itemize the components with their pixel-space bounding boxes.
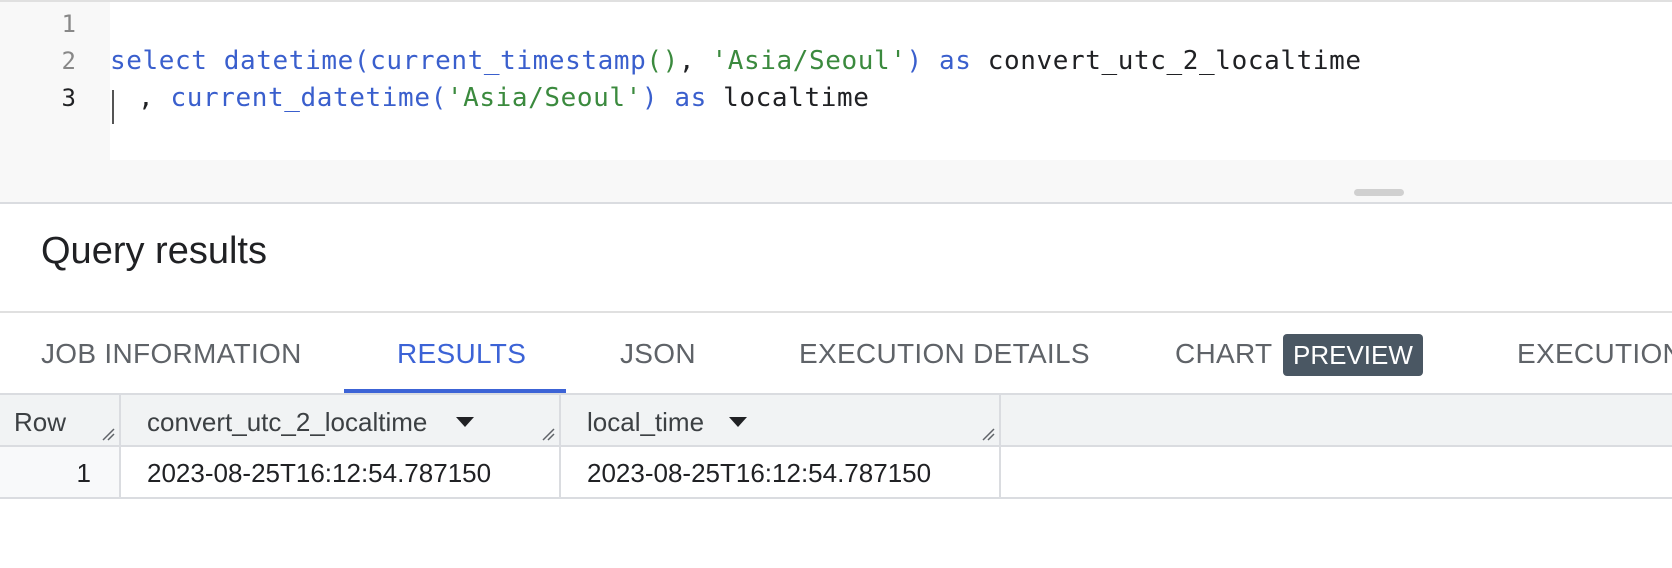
line-number: 2 xyxy=(61,47,76,75)
column-header-label: local_time xyxy=(587,407,705,437)
sort-dropdown-icon[interactable] xyxy=(456,417,474,427)
column-resize-icon[interactable] xyxy=(541,427,555,441)
paren-token: () xyxy=(646,46,679,76)
punct-token: , xyxy=(138,83,171,113)
column-resize-icon[interactable] xyxy=(101,427,115,441)
tab-execution-graph[interactable]: EXECUTION xyxy=(1517,313,1672,393)
column-resize-icon[interactable] xyxy=(981,427,995,441)
table-cell[interactable]: 2023-08-25T16:12:54.787150 xyxy=(561,447,1001,499)
punct-token: , xyxy=(678,46,712,76)
code-line-2[interactable]: select datetime(current_timestamp(), 'As… xyxy=(110,46,1362,76)
row-number-cell: 1 xyxy=(0,447,121,499)
string-token: 'Asia/Seoul' xyxy=(711,46,907,76)
line-number: 1 xyxy=(61,10,76,38)
tab-chart[interactable]: CHART xyxy=(1175,313,1272,393)
code-line-3[interactable]: , current_datetime('Asia/Seoul') as loca… xyxy=(138,83,869,113)
paren-token: ) xyxy=(906,46,923,76)
tab-job-information[interactable]: JOB INFORMATION xyxy=(41,313,302,393)
function-token: current_timestamp xyxy=(370,46,647,76)
column-header-empty xyxy=(1001,393,1672,447)
table-cell[interactable]: 2023-08-25T16:12:54.787150 xyxy=(121,447,561,499)
paren-token: ( xyxy=(430,83,447,113)
identifier-token: convert_utc_2_localtime xyxy=(987,46,1362,76)
sql-editor[interactable]: 1 2 3 select datetime(current_timestamp(… xyxy=(0,0,1672,204)
column-header-local-time[interactable]: local_time xyxy=(561,393,1001,447)
line-number: 3 xyxy=(61,84,76,112)
preview-badge: PREVIEW xyxy=(1283,334,1423,376)
function-token: current_datetime xyxy=(170,83,431,113)
paren-token: ( xyxy=(353,46,371,76)
column-header-label: convert_utc_2_localtime xyxy=(147,407,428,437)
sort-dropdown-icon[interactable] xyxy=(729,417,747,427)
code-area[interactable]: select datetime(current_timestamp(), 'As… xyxy=(110,2,1672,160)
keyword-token: as xyxy=(658,83,724,113)
cell-value: 2023-08-25T16:12:54.787150 xyxy=(587,458,932,488)
tab-json[interactable]: JSON xyxy=(620,313,696,393)
table-cell-empty xyxy=(1001,447,1672,499)
function-token: datetime xyxy=(223,46,354,76)
text-cursor xyxy=(112,90,114,124)
cell-value: 2023-08-25T16:12:54.787150 xyxy=(147,458,492,488)
query-results-title: Query results xyxy=(41,230,267,272)
keyword-token: select xyxy=(110,46,208,76)
string-token: 'Asia/Seoul' xyxy=(446,83,642,113)
tab-results[interactable]: RESULTS xyxy=(397,313,526,393)
column-header-label: Row xyxy=(14,407,67,437)
paren-token: ) xyxy=(641,83,659,113)
tab-execution-details[interactable]: EXECUTION DETAILS xyxy=(799,313,1090,393)
results-tab-bar: JOB INFORMATION RESULTS JSON EXECUTION D… xyxy=(0,311,1672,393)
row-number: 1 xyxy=(76,458,91,488)
panel-resize-handle[interactable] xyxy=(1354,189,1404,196)
identifier-token: localtime xyxy=(723,83,870,113)
column-header-convert-utc[interactable]: convert_utc_2_localtime xyxy=(121,393,561,447)
line-number-gutter: 1 2 3 xyxy=(0,2,110,162)
column-header-row: Row xyxy=(0,393,121,447)
keyword-token: as xyxy=(922,46,988,76)
